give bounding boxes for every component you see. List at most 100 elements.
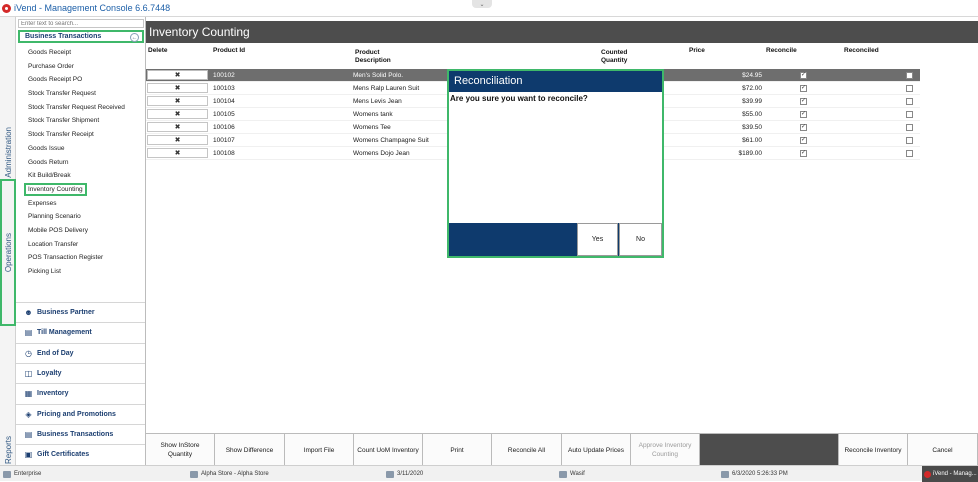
nav-section-gift-certificates[interactable]: ▣ Gift Certificates: [16, 444, 145, 464]
reconcile-checkbox[interactable]: ✓: [800, 137, 807, 144]
nav-section-business-transactions[interactable]: ▤ Business Transactions: [16, 423, 145, 444]
back-arrow-icon[interactable]: ←: [130, 33, 139, 42]
sidebar-item-location-transfer[interactable]: Location Transfer: [16, 238, 145, 252]
status-date-text: 3/11/2020: [397, 471, 424, 477]
sidebar-item-picking-list[interactable]: Picking List: [16, 265, 145, 279]
sidebar-item-goods-issue[interactable]: Goods Issue: [16, 142, 145, 156]
reconcile-checkbox[interactable]: ✓: [800, 98, 807, 105]
edition-icon: [3, 470, 11, 478]
sidebar-item-label: Picking List: [28, 268, 61, 275]
loyalty-icon: ◫: [24, 368, 33, 378]
reconciled-checkbox[interactable]: [906, 111, 913, 118]
sidebar-item-label: Stock Transfer Request: [28, 90, 96, 98]
cell-product-id: 100104: [213, 98, 235, 105]
reconcile-checkbox[interactable]: ✓: [800, 111, 807, 118]
status-date: 3/11/2020: [386, 466, 423, 482]
tab-operations[interactable]: Operations: [0, 179, 16, 326]
reconcile-checkbox[interactable]: ✓: [800, 124, 807, 131]
cell-product-id: 100102: [213, 72, 235, 79]
nav-section-inventory[interactable]: ▦ Inventory: [16, 383, 145, 403]
nav-section-till-management[interactable]: ▤ Till Management: [16, 322, 145, 342]
nav-section-label: Till Management: [37, 329, 92, 337]
business-partner-icon: ☻: [24, 308, 33, 317]
reconcile-checkbox[interactable]: ✓: [800, 72, 807, 79]
nav-section-label: Business Partner: [37, 309, 95, 316]
delete-icon[interactable]: ✖: [147, 135, 208, 145]
reconciled-checkbox[interactable]: [906, 150, 913, 157]
sidebar-item-label: Kit Build/Break: [28, 172, 71, 180]
no-button[interactable]: No: [619, 223, 662, 256]
sidebar-item-inventory-counting[interactable]: Inventory Counting: [16, 182, 145, 197]
sidebar-item-stock-transfer-request-received[interactable]: Stock Transfer Request Received: [16, 101, 145, 115]
cell-product-description: Womens tank: [353, 111, 393, 118]
nav-section-label: End of Day: [37, 349, 74, 357]
delete-icon[interactable]: ✖: [147, 83, 208, 93]
section-header-business-transactions[interactable]: Business Transactions ←: [18, 30, 144, 43]
sidebar-item-goods-receipt-po[interactable]: Goods Receipt PO: [16, 73, 145, 87]
sidebar-item-mobile-pos-delivery[interactable]: Mobile POS Delivery: [16, 224, 145, 238]
section-header-label: Business Transactions: [25, 33, 102, 40]
sidebar-item-stock-transfer-receipt[interactable]: Stock Transfer Receipt: [16, 128, 145, 142]
title-bar: iVend - Management Console 6.6.7448 ⌄: [0, 0, 978, 17]
reconcile-checkbox[interactable]: ✓: [800, 85, 807, 92]
nav-section-end-of-day[interactable]: ◷ End of Day: [16, 342, 145, 363]
sidebar-item-goods-receipt[interactable]: Goods Receipt: [16, 46, 145, 60]
auto-update-prices-button[interactable]: Auto Update Prices: [562, 434, 631, 466]
show-instore-quantity-button[interactable]: Show InStore Quantity: [146, 434, 215, 466]
reconciled-checkbox[interactable]: [906, 72, 913, 79]
store-icon: [190, 470, 198, 478]
show-difference-button[interactable]: Show Difference: [215, 434, 285, 466]
status-edition: Enterprise: [3, 466, 41, 482]
reconcile-inventory-button[interactable]: Reconcile Inventory: [838, 434, 908, 466]
window-title: iVend - Management Console 6.6.7448: [14, 3, 171, 13]
sidebar-item-label: Inventory Counting: [24, 182, 87, 196]
sidebar-item-pos-transaction-register[interactable]: POS Transaction Register: [16, 251, 145, 265]
sidebar-item-expenses[interactable]: Expenses: [16, 197, 145, 211]
import-file-button[interactable]: Import File: [285, 434, 354, 466]
cell-price: $24.95: [742, 72, 762, 79]
print-button[interactable]: Print: [423, 434, 492, 466]
taskbar-app-button[interactable]: iVend - Manag...: [922, 466, 978, 482]
sidebar-item-label: Planning Scenario: [28, 213, 81, 221]
reconciled-checkbox[interactable]: [906, 137, 913, 144]
delete-icon[interactable]: ✖: [147, 96, 208, 106]
reconciled-checkbox[interactable]: [906, 85, 913, 92]
tab-administration-label: Administration: [3, 126, 13, 178]
delete-icon[interactable]: ✖: [147, 148, 208, 158]
nav-section-loyalty[interactable]: ◫ Loyalty: [16, 362, 145, 383]
cancel-button[interactable]: Cancel: [908, 434, 978, 466]
chevron-down-icon[interactable]: ⌄: [472, 0, 492, 8]
sidebar-item-kit-build-break[interactable]: Kit Build/Break: [16, 169, 145, 183]
search-input[interactable]: [18, 19, 144, 28]
cell-product-id: 100106: [213, 124, 235, 131]
col-header-product-description: Product Description: [355, 49, 391, 64]
status-datetime: 6/3/2020 5:26:33 PM: [721, 466, 788, 482]
nav-section-pricing-and-promotions[interactable]: ◈ Pricing and Promotions: [16, 403, 145, 424]
transactions-icon: ▤: [24, 429, 33, 439]
sidebar-item-goods-return[interactable]: Goods Return: [16, 156, 145, 170]
sidebar-item-stock-transfer-request[interactable]: Stock Transfer Request: [16, 87, 145, 101]
sidebar-item-label: Expenses: [28, 199, 57, 207]
sidebar-item-label: Goods Receipt PO: [28, 76, 83, 84]
col-header-reconcile: Reconcile: [766, 47, 797, 54]
bottom-toolbar: Show InStore Quantity Show Difference Im…: [146, 433, 978, 466]
reconciled-checkbox[interactable]: [906, 98, 913, 105]
sidebar-item-stock-transfer-shipment[interactable]: Stock Transfer Shipment: [16, 114, 145, 128]
count-uom-inventory-button[interactable]: Count UoM Inventory: [354, 434, 423, 466]
delete-icon[interactable]: ✖: [147, 109, 208, 119]
reconcile-all-button[interactable]: Reconcile All: [492, 434, 562, 466]
sidebar-item-purchase-order[interactable]: Purchase Order: [16, 60, 145, 74]
cell-product-description: Men's Solid Polo.: [353, 72, 404, 79]
reconcile-checkbox[interactable]: ✓: [800, 150, 807, 157]
nav-section-business-partner[interactable]: ☻ Business Partner: [16, 302, 145, 322]
status-store-text: Alpha Store - Alpha Store: [201, 471, 269, 477]
cell-price: $61.00: [742, 137, 762, 144]
yes-button[interactable]: Yes: [577, 223, 618, 256]
reconciled-checkbox[interactable]: [906, 124, 913, 131]
dialog-footer: Yes No: [449, 223, 662, 256]
approve-inventory-counting-button[interactable]: Approve Inventory Counting: [631, 434, 700, 466]
cell-price: $39.50: [742, 124, 762, 131]
delete-icon[interactable]: ✖: [147, 122, 208, 132]
sidebar-item-planning-scenario[interactable]: Planning Scenario: [16, 210, 145, 224]
delete-icon[interactable]: ✖: [147, 70, 208, 80]
